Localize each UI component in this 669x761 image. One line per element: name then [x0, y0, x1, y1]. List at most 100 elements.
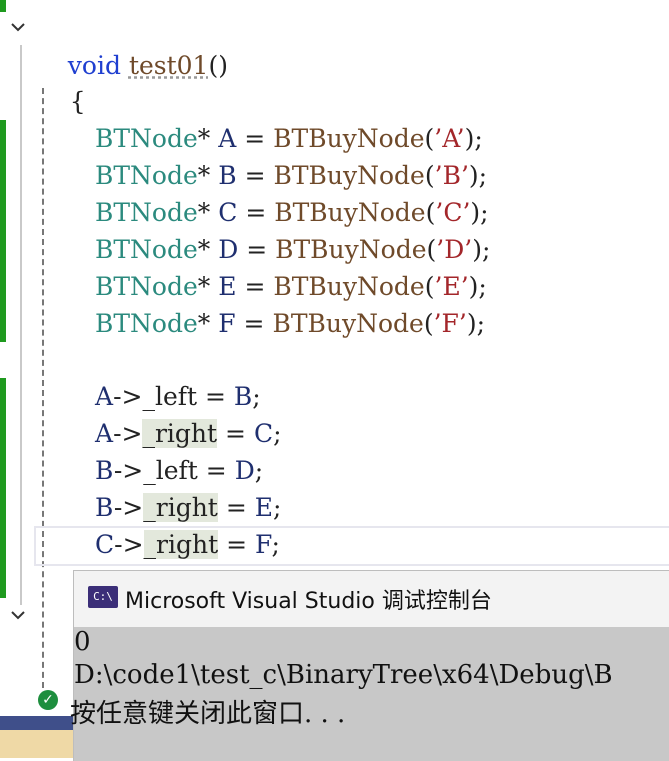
operator: = — [205, 456, 227, 485]
pointer-star: * — [197, 124, 211, 153]
status-strip — [0, 730, 73, 758]
char-literal-quote: ’ — [456, 124, 465, 153]
variable: C — [218, 198, 238, 227]
code-line[interactable]: BTNode* D = BTBuyNode(’D’); — [95, 231, 490, 268]
function-name: test01 — [128, 51, 209, 80]
close: ); — [464, 124, 483, 153]
chevron-down-icon[interactable] — [9, 606, 27, 624]
variable: D — [218, 235, 239, 264]
char-literal: A — [442, 124, 457, 153]
operator: = — [244, 272, 266, 301]
function-call: BTBuyNode — [273, 161, 425, 190]
code-line[interactable]: BTNode* B = BTBuyNode(’B’); — [95, 157, 487, 194]
code-line[interactable]: A->_right = C; — [95, 415, 282, 452]
code-line[interactable]: BTNode* C = BTBuyNode(’C’); — [95, 194, 489, 231]
close: ); — [466, 309, 486, 338]
member: _right — [143, 493, 218, 522]
type-name: BTNode — [95, 198, 198, 227]
close: ); — [472, 235, 491, 264]
function-call: BTBuyNode — [273, 272, 425, 301]
indent-guide — [42, 88, 44, 688]
char-literal: F — [441, 309, 459, 338]
arrow-operator: -> — [113, 493, 144, 522]
outline-guide — [20, 45, 22, 605]
paren: ( — [426, 235, 437, 264]
operator: = — [244, 124, 266, 153]
close: ); — [468, 272, 487, 301]
operator: = — [243, 309, 265, 338]
member: _left — [143, 456, 198, 485]
type-name: BTNode — [95, 309, 198, 338]
status-strip — [0, 716, 73, 730]
function-call: BTBuyNode — [274, 198, 426, 227]
type-name: BTNode — [95, 124, 198, 153]
variable: E — [254, 493, 273, 522]
close: ); — [470, 198, 489, 227]
char-literal: B — [442, 161, 461, 190]
change-bar — [0, 0, 6, 12]
type-name: BTNode — [95, 235, 198, 264]
console-app-icon: C:\ — [88, 586, 118, 608]
pointer-star: * — [197, 161, 211, 190]
change-bar — [0, 378, 6, 598]
arrow-operator: -> — [113, 456, 144, 485]
variable: E — [218, 272, 237, 301]
variable: A — [218, 124, 237, 153]
pointer-star: * — [197, 272, 211, 301]
char-literal-quote: ’ — [458, 309, 467, 338]
change-bar — [0, 120, 6, 342]
char-literal-quote: ’ — [460, 161, 469, 190]
console-line: D:\code1\test_c\BinaryTree\x64\Debug\B — [74, 660, 613, 690]
variable: B — [218, 161, 237, 190]
parens: () — [208, 51, 228, 80]
close: ); — [468, 161, 488, 190]
char-literal-quote: ’ — [460, 272, 469, 301]
char-literal: C — [443, 198, 463, 227]
semicolon: ; — [252, 382, 261, 411]
open-brace[interactable]: { — [38, 46, 86, 116]
console-titlebar[interactable]: C:\ Microsoft Visual Studio 调试控制台 — [74, 571, 669, 627]
semicolon: ; — [273, 419, 282, 448]
paren: ( — [423, 309, 434, 338]
paren: ( — [424, 124, 435, 153]
char-literal: E — [442, 272, 461, 301]
operator: = — [246, 235, 268, 264]
char-literal: D — [444, 235, 465, 264]
brace: { — [69, 87, 86, 116]
operator: = — [225, 419, 246, 448]
variable: A — [95, 382, 114, 411]
code-line[interactable]: B->_left = D; — [95, 452, 263, 489]
member: _left — [142, 382, 198, 411]
variable: D — [234, 456, 255, 485]
semicolon: ; — [254, 456, 264, 485]
char-literal-quote: ’ — [433, 309, 442, 338]
debug-console-window[interactable]: C:\ Microsoft Visual Studio 调试控制台 0 D:\c… — [70, 570, 669, 761]
code-line[interactable]: A->_left = B; — [95, 378, 261, 415]
arrow-operator: -> — [113, 382, 143, 411]
function-call: BTBuyNode — [272, 309, 424, 338]
operator: = — [245, 198, 267, 227]
console-output[interactable]: 0 D:\code1\test_c\BinaryTree\x64\Debug\B… — [70, 627, 669, 761]
variable: C — [253, 419, 274, 448]
console-line: 0 — [74, 627, 91, 657]
current-line-highlight — [34, 526, 669, 566]
variable: B — [95, 456, 114, 485]
function-call: BTBuyNode — [273, 124, 425, 153]
pointer-star: * — [197, 235, 211, 264]
code-line[interactable]: BTNode* F = BTBuyNode(’F’); — [95, 305, 485, 342]
pointer-star: * — [197, 309, 211, 338]
console-title: Microsoft Visual Studio 调试控制台 — [125, 589, 492, 614]
pointer-star: * — [197, 198, 211, 227]
check-circle-icon: ✓ — [38, 690, 58, 710]
type-name: BTNode — [95, 161, 198, 190]
code-line[interactable]: BTNode* A = BTBuyNode(’A’); — [95, 120, 483, 157]
code-line[interactable]: BTNode* E = BTBuyNode(’E’); — [95, 268, 487, 305]
code-line[interactable]: B->_right = E; — [95, 489, 281, 526]
paren: ( — [424, 161, 435, 190]
operator: = — [205, 382, 226, 411]
chevron-down-icon[interactable] — [9, 18, 27, 36]
function-signature[interactable]: void test01() — [36, 10, 228, 80]
paren: ( — [425, 198, 436, 227]
operator: = — [244, 161, 266, 190]
arrow-operator: -> — [113, 419, 143, 448]
